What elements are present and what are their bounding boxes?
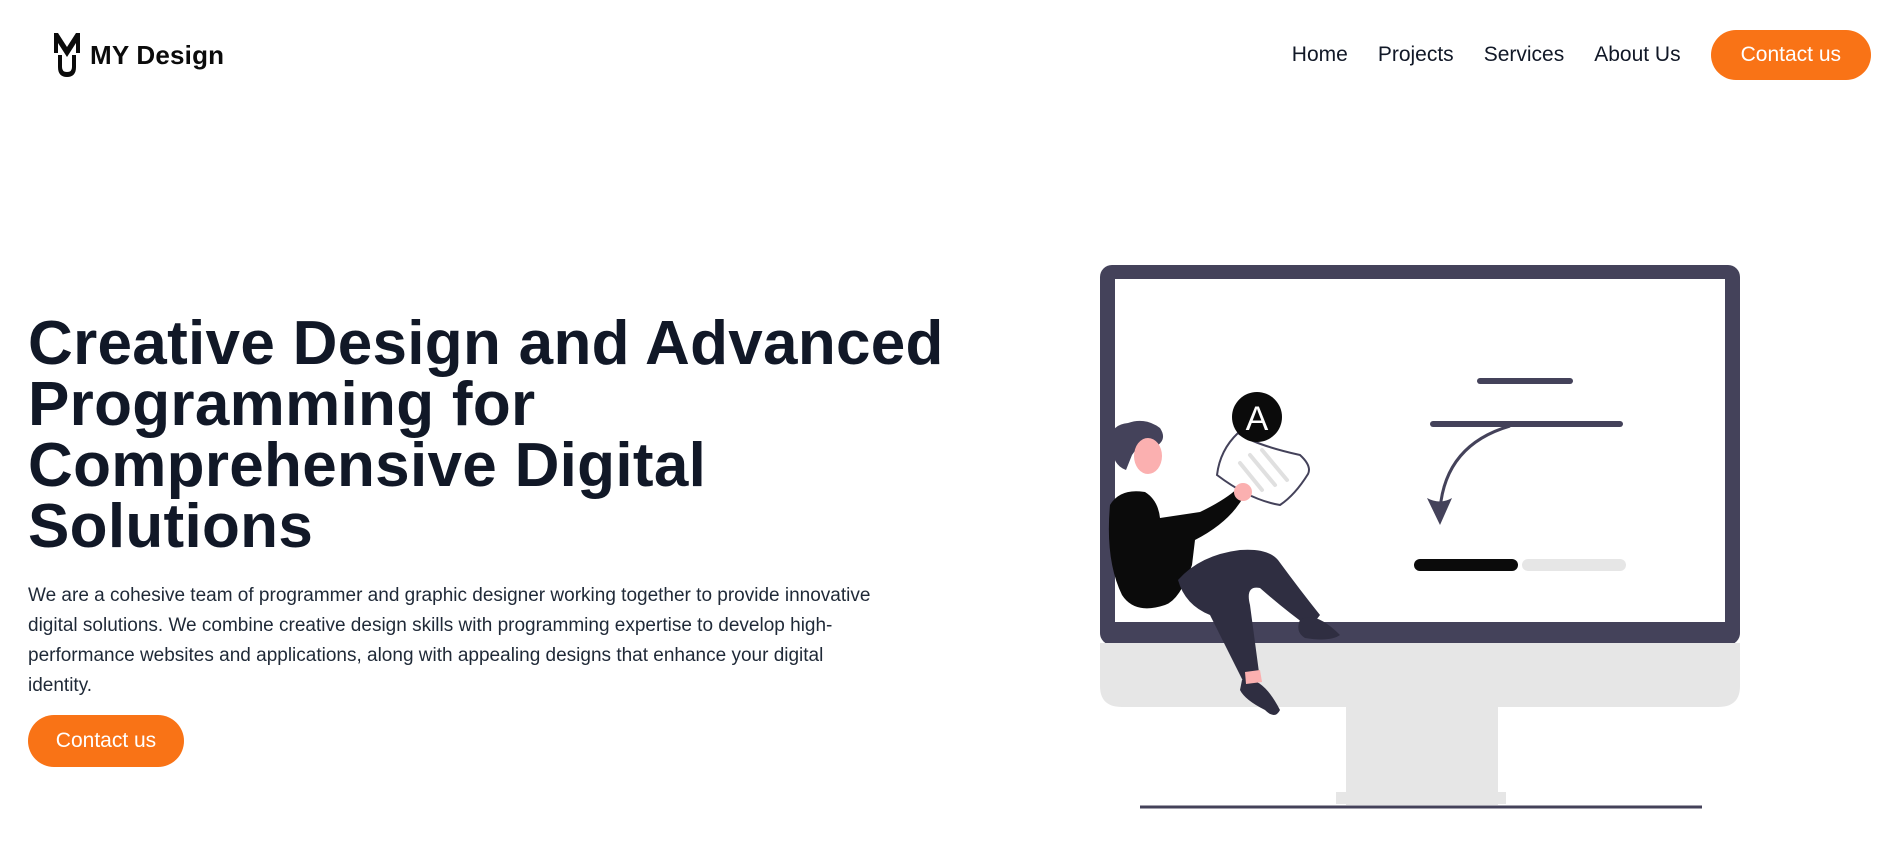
hero-description: We are a cohesive team of programmer and…: [28, 581, 928, 701]
monitor-stand-base: [1336, 792, 1506, 804]
person-ankle: [1245, 670, 1262, 684]
hero-title: Creative Design and Advanced Programming…: [28, 313, 968, 558]
hero-description-line: performance websites and applications, a…: [28, 645, 824, 666]
nav-item-projects[interactable]: Projects: [1378, 43, 1454, 67]
hero-title-line: Creative Design and Advanced: [28, 309, 944, 378]
badge-letter: A: [1246, 400, 1269, 438]
mj-monogram-icon: [54, 33, 80, 77]
brand-name: MY Design: [90, 39, 225, 70]
hero-contact-button[interactable]: Contact us: [28, 715, 184, 767]
hero-title-line: Solutions: [28, 492, 314, 561]
person-hand: [1234, 483, 1252, 501]
monitor-chin: [1100, 643, 1740, 707]
hero-title-line: Programming for: [28, 370, 536, 439]
hero-title-line: Comprehensive Digital: [28, 431, 707, 500]
header-contact-button[interactable]: Contact us: [1710, 30, 1871, 80]
logo[interactable]: MY Design: [52, 30, 224, 80]
hero-description-line: digital solutions. We combine creative d…: [28, 615, 833, 636]
monitor-stand: [1346, 707, 1498, 805]
designer-at-monitor-illustration: A: [1100, 265, 1740, 809]
hero-description-line: We are a cohesive team of programmer and…: [28, 585, 871, 606]
nav-item-home[interactable]: Home: [1292, 43, 1348, 67]
nav-item-services[interactable]: Services: [1484, 43, 1565, 67]
hero-section: Creative Design and Advanced Programming…: [28, 313, 968, 701]
person-face: [1134, 438, 1162, 474]
site-header: MY Design Home Projects Services About U…: [0, 0, 1893, 110]
nav-item-about-us[interactable]: About Us: [1594, 43, 1680, 67]
main-nav: Home Projects Services About Us Contact …: [1292, 30, 1871, 80]
hero-description-line: identity.: [28, 675, 93, 696]
